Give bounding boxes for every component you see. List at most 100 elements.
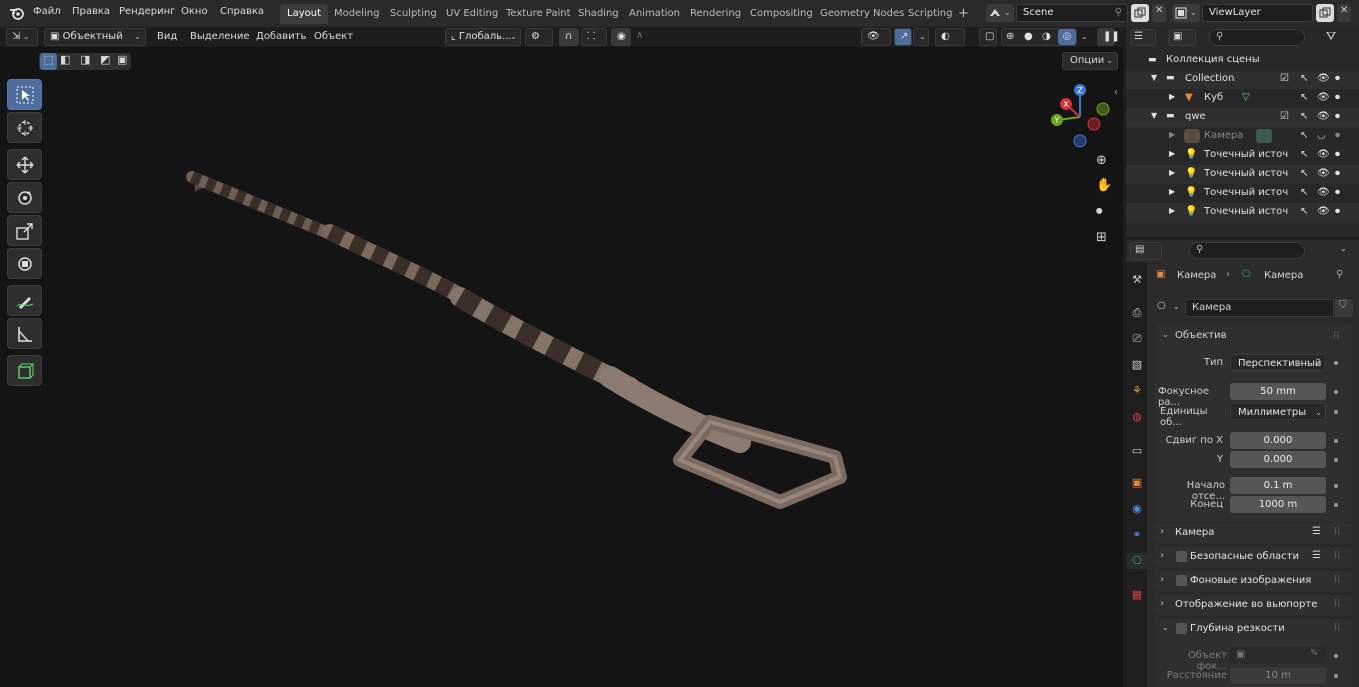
visibility-dropdown[interactable]: 👁 xyxy=(861,28,891,46)
menu-window[interactable]: Окно xyxy=(181,6,208,17)
keyframe-dot-icon[interactable] xyxy=(1334,458,1338,462)
gizmo-toggle[interactable]: ↗ xyxy=(894,28,912,46)
select-cursor-icon[interactable]: ↖ xyxy=(1300,187,1308,198)
keyframe-dot-icon[interactable] xyxy=(1334,439,1338,443)
camera-type-dropdown[interactable]: Перспективный ⌄ xyxy=(1230,354,1326,371)
camera-datablock-name[interactable]: Камера xyxy=(1185,299,1334,317)
tab-geometry-nodes[interactable]: Geometry Nodes xyxy=(813,4,911,24)
keyframe-dot-icon[interactable] xyxy=(1334,503,1338,507)
eye-closed-icon[interactable]: ◡ xyxy=(1317,130,1326,141)
select-tool[interactable] xyxy=(7,79,42,110)
select-box-new-icon[interactable]: ⬚ xyxy=(40,53,57,70)
outliner-row-point-light-3[interactable]: ▶ 💡 Точечный источ ↖ 👁 ⏺ xyxy=(1126,184,1359,203)
outliner-row-qwe[interactable]: ▼ ▬ qwe ☑ ↖ 👁 ⏺ xyxy=(1126,108,1359,127)
rotate-tool[interactable] xyxy=(7,182,42,213)
object-tab-icon[interactable]: ▣ xyxy=(1129,475,1145,491)
outliner-row-point-light-1[interactable]: ▶ 💡 Точечный источ ↖ 👁 ⏺ xyxy=(1126,146,1359,165)
annotate-tool[interactable] xyxy=(7,285,42,316)
camera-view-icon[interactable]: ⏺ xyxy=(1096,204,1103,219)
chevron-down-icon[interactable]: ⌄ xyxy=(1340,244,1347,253)
shift-x-field[interactable]: 0.000 xyxy=(1230,432,1326,449)
viewport-display-panel[interactable]: › Отображение во вьюпорте ⁞⁞ xyxy=(1154,595,1352,615)
eyedropper-icon[interactable]: ✎ xyxy=(1310,648,1318,659)
render-camera-icon[interactable]: ⏺ xyxy=(1335,187,1340,198)
menu-help[interactable]: Справка xyxy=(220,6,264,17)
overlays-dropdown[interactable]: ◐ xyxy=(935,28,965,46)
chevron-down-icon[interactable]: ⌄ xyxy=(1162,330,1169,339)
pin-icon[interactable]: ⚲ xyxy=(1336,269,1343,280)
select-cursor-icon[interactable]: ↖ xyxy=(1300,130,1308,141)
chevron-down-icon[interactable]: ⌄ xyxy=(1162,623,1169,632)
tab-modeling[interactable]: Modeling xyxy=(327,4,387,24)
render-camera-icon[interactable]: ⏺ xyxy=(1335,130,1340,141)
remove-view-layer-button[interactable]: ✕ xyxy=(1337,4,1351,22)
keyframe-dot-icon[interactable] xyxy=(1334,390,1338,394)
menu-object[interactable]: Объект xyxy=(314,31,353,42)
safe-areas-panel[interactable]: › Безопасные области ☰ ⁞⁞ xyxy=(1154,547,1352,567)
focus-object-field[interactable]: ▣ ✎ xyxy=(1230,647,1326,664)
keyframe-dot-icon[interactable] xyxy=(1334,361,1338,365)
scene-tab-icon[interactable]: ⚘ xyxy=(1129,383,1145,399)
eye-icon[interactable]: 👁 xyxy=(1317,111,1330,122)
menu-add[interactable]: Добавить xyxy=(256,31,306,42)
drag-handle-icon[interactable]: ⁞⁞ xyxy=(1334,526,1340,537)
scene-name-field[interactable]: Scene ⚲ xyxy=(1016,4,1128,22)
eye-icon[interactable]: 👁 xyxy=(1317,187,1330,198)
depth-of-field-checkbox[interactable] xyxy=(1176,623,1187,634)
keyframe-dot-icon[interactable] xyxy=(1334,410,1338,414)
eye-icon[interactable]: 👁 xyxy=(1317,168,1330,179)
list-icon[interactable]: ☰ xyxy=(1312,550,1321,561)
outliner-row-point-light-2[interactable]: ▶ 💡 Точечный источ ↖ 👁 ⏺ xyxy=(1126,165,1359,184)
focal-length-field[interactable]: 50 mm xyxy=(1230,383,1326,400)
render-camera-icon[interactable]: ⏺ xyxy=(1335,73,1340,84)
measure-tool[interactable] xyxy=(7,318,42,349)
outliner-row-scene-collection[interactable]: ▬ Коллекция сцены xyxy=(1126,51,1359,70)
render-camera-icon[interactable]: ⏺ xyxy=(1335,168,1340,179)
snap-toggle[interactable]: ∩ xyxy=(559,28,579,46)
transform-orientation-dropdown[interactable]: ⌞ Глобаль... ⌄ xyxy=(445,28,521,46)
render-camera-icon[interactable]: ⏺ xyxy=(1335,149,1340,160)
output-tab-icon[interactable]: ⎚ xyxy=(1129,331,1145,347)
outliner-search-input[interactable]: ⚲ xyxy=(1209,29,1305,46)
lens-unit-dropdown[interactable]: Миллиметры ⌄ xyxy=(1230,403,1326,420)
fake-user-button[interactable]: ⛉ xyxy=(1335,299,1353,317)
world-tab-icon[interactable]: ◍ xyxy=(1129,409,1145,425)
select-extend-icon[interactable]: ◧ xyxy=(60,53,70,66)
mode-dropdown[interactable]: ▣ Объектный ре... ⌄ xyxy=(44,28,146,58)
focus-distance-field[interactable]: 10 m xyxy=(1230,667,1326,684)
drag-handle-icon[interactable]: ⁞⁞ xyxy=(1334,550,1340,561)
eye-icon[interactable]: 👁 xyxy=(1317,73,1330,84)
sidebar-toggle-icon[interactable]: ‹ xyxy=(1114,87,1118,98)
new-scene-button[interactable] xyxy=(1131,4,1149,22)
tab-uv-editing[interactable]: UV Editing xyxy=(439,4,505,24)
menu-select[interactable]: Выделение xyxy=(190,31,250,42)
clip-end-field[interactable]: 1000 m xyxy=(1230,496,1326,513)
view-layer-selector-button[interactable]: ⌄ xyxy=(1172,4,1200,22)
keyframe-dot-icon[interactable] xyxy=(1334,654,1338,658)
select-cursor-icon[interactable]: ↖ xyxy=(1300,168,1308,179)
select-cursor-icon[interactable]: ↖ xyxy=(1300,149,1308,160)
camera-panel[interactable]: › Камера ☰ ⁞⁞ xyxy=(1154,523,1352,543)
wireframe-shading-icon[interactable]: ⊕ xyxy=(1006,29,1014,45)
display-mode-dropdown[interactable]: ▣ xyxy=(1168,29,1196,46)
3d-viewport[interactable]: ⬚ ◧ ◨ ◩ ▣ Опции ⌄ Z Y X ‹ ⊕ ✋ ⏺ ⊞ xyxy=(0,47,1123,687)
tab-sculpting[interactable]: Sculpting xyxy=(383,4,444,24)
chevron-down-icon[interactable]: ⌄ xyxy=(1081,32,1088,41)
add-cube-tool[interactable] xyxy=(7,355,42,386)
eye-icon[interactable]: 👁 xyxy=(1317,149,1330,160)
tab-animation[interactable]: Animation xyxy=(622,4,687,24)
drag-handle-icon[interactable]: ⁞⁞ xyxy=(1334,622,1340,633)
render-camera-icon[interactable]: ⏺ xyxy=(1335,92,1340,103)
menu-file[interactable]: Файл xyxy=(33,6,61,17)
tab-rendering[interactable]: Rendering xyxy=(683,4,748,24)
proportional-edit-toggle[interactable]: ◉ xyxy=(611,28,631,46)
tab-layout[interactable]: Layout xyxy=(280,4,328,24)
tab-compositing[interactable]: Compositing xyxy=(743,4,820,24)
select-cursor-icon[interactable]: ↖ xyxy=(1300,206,1308,217)
checkbox-icon[interactable]: ☑ xyxy=(1280,73,1289,84)
safe-areas-checkbox[interactable] xyxy=(1176,551,1187,562)
transform-tool[interactable] xyxy=(7,248,42,279)
tab-shading[interactable]: Shading xyxy=(571,4,626,24)
new-view-layer-button[interactable] xyxy=(1316,4,1334,22)
outliner-row-collection[interactable]: ▼ ▬ Collection ☑ ↖ 👁 ⏺ xyxy=(1126,70,1359,89)
